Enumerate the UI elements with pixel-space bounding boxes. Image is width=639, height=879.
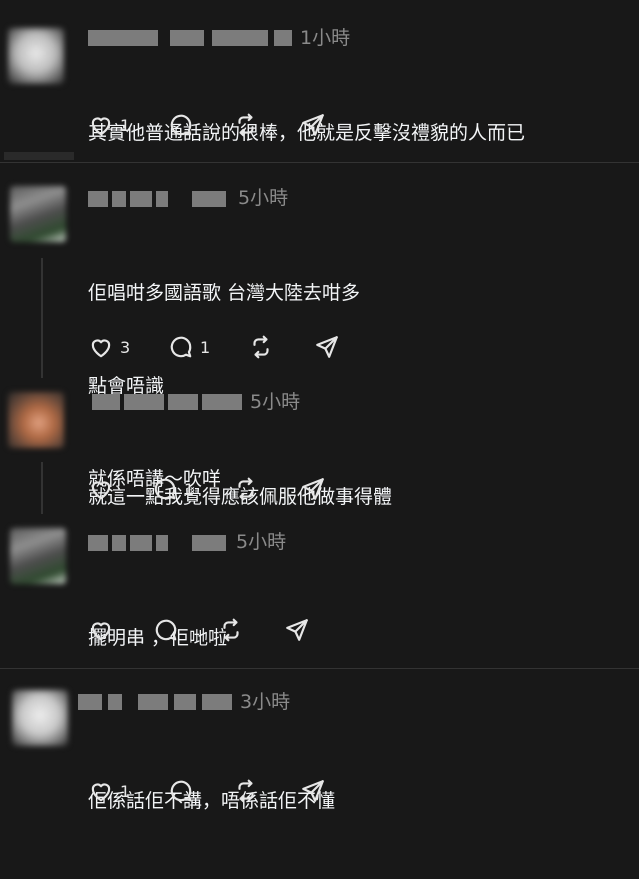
send-icon (302, 114, 324, 136)
like-count: 1 (120, 115, 131, 135)
reply-button[interactable]: 1 (168, 332, 210, 362)
action-bar (88, 615, 348, 645)
avatar[interactable] (12, 690, 68, 746)
divider (4, 152, 74, 160)
reply-button[interactable]: 1 (152, 474, 194, 504)
timestamp: 5小時 (236, 531, 287, 553)
timestamp: 1小時 (300, 27, 351, 49)
reply-button[interactable] (168, 776, 200, 806)
avatar[interactable] (8, 392, 64, 448)
timestamp: 5小時 (238, 187, 289, 209)
send-icon (302, 478, 324, 500)
action-bar: 1 (88, 110, 348, 140)
like-count: 3 (120, 337, 131, 357)
share-button[interactable] (314, 332, 340, 362)
timestamp: 3小時 (240, 691, 291, 713)
like-button[interactable] (88, 474, 120, 504)
username-blurred[interactable] (78, 694, 236, 710)
timestamp: 5小時 (250, 391, 301, 413)
share-button[interactable] (284, 615, 310, 645)
heart-icon (91, 117, 111, 136)
divider (0, 162, 639, 163)
share-button[interactable] (300, 474, 326, 504)
comment-icon (155, 619, 177, 641)
heart-icon (91, 783, 111, 802)
avatar[interactable] (8, 28, 64, 84)
username-blurred[interactable] (88, 191, 233, 207)
share-button[interactable] (300, 776, 326, 806)
repost-icon (238, 779, 254, 803)
avatar[interactable] (10, 528, 66, 584)
repost-icon (238, 113, 254, 137)
action-bar: 1 (88, 474, 348, 504)
comment-icon (170, 780, 192, 802)
comment-icon (170, 114, 192, 136)
username-blurred[interactable] (92, 394, 244, 410)
like-button[interactable] (88, 615, 120, 645)
reply-count: 1 (200, 337, 211, 357)
username-blurred[interactable] (88, 30, 293, 46)
reply-button[interactable] (153, 615, 185, 645)
like-button[interactable]: 1 (88, 110, 130, 140)
reply-count: 1 (184, 479, 195, 499)
send-icon (302, 780, 324, 802)
repost-button[interactable] (233, 474, 259, 504)
avatar[interactable] (10, 186, 66, 242)
like-button[interactable]: 3 (88, 332, 130, 362)
comment-icon (170, 336, 192, 358)
repost-button[interactable] (218, 615, 244, 645)
heart-icon (91, 339, 111, 358)
action-bar: 3 1 (88, 332, 348, 362)
repost-icon (223, 618, 239, 642)
username-blurred[interactable] (88, 535, 233, 551)
send-icon (316, 336, 338, 358)
repost-icon (253, 335, 269, 359)
heart-icon (91, 622, 111, 641)
repost-button[interactable] (248, 332, 274, 362)
send-icon (286, 619, 308, 641)
thread-line (41, 462, 43, 514)
heart-icon (91, 481, 111, 500)
divider (0, 668, 639, 669)
reply-button[interactable] (168, 110, 200, 140)
repost-button[interactable] (233, 110, 259, 140)
comment-line: 佢唱咁多國語歌 台灣大陸去咁多 (88, 282, 361, 304)
comment-icon (154, 478, 176, 500)
thread-line (41, 258, 43, 378)
share-button[interactable] (300, 110, 326, 140)
like-button[interactable]: 1 (88, 776, 130, 806)
repost-button[interactable] (233, 776, 259, 806)
repost-icon (238, 477, 254, 501)
action-bar: 1 (88, 776, 348, 806)
like-count: 1 (120, 781, 131, 801)
